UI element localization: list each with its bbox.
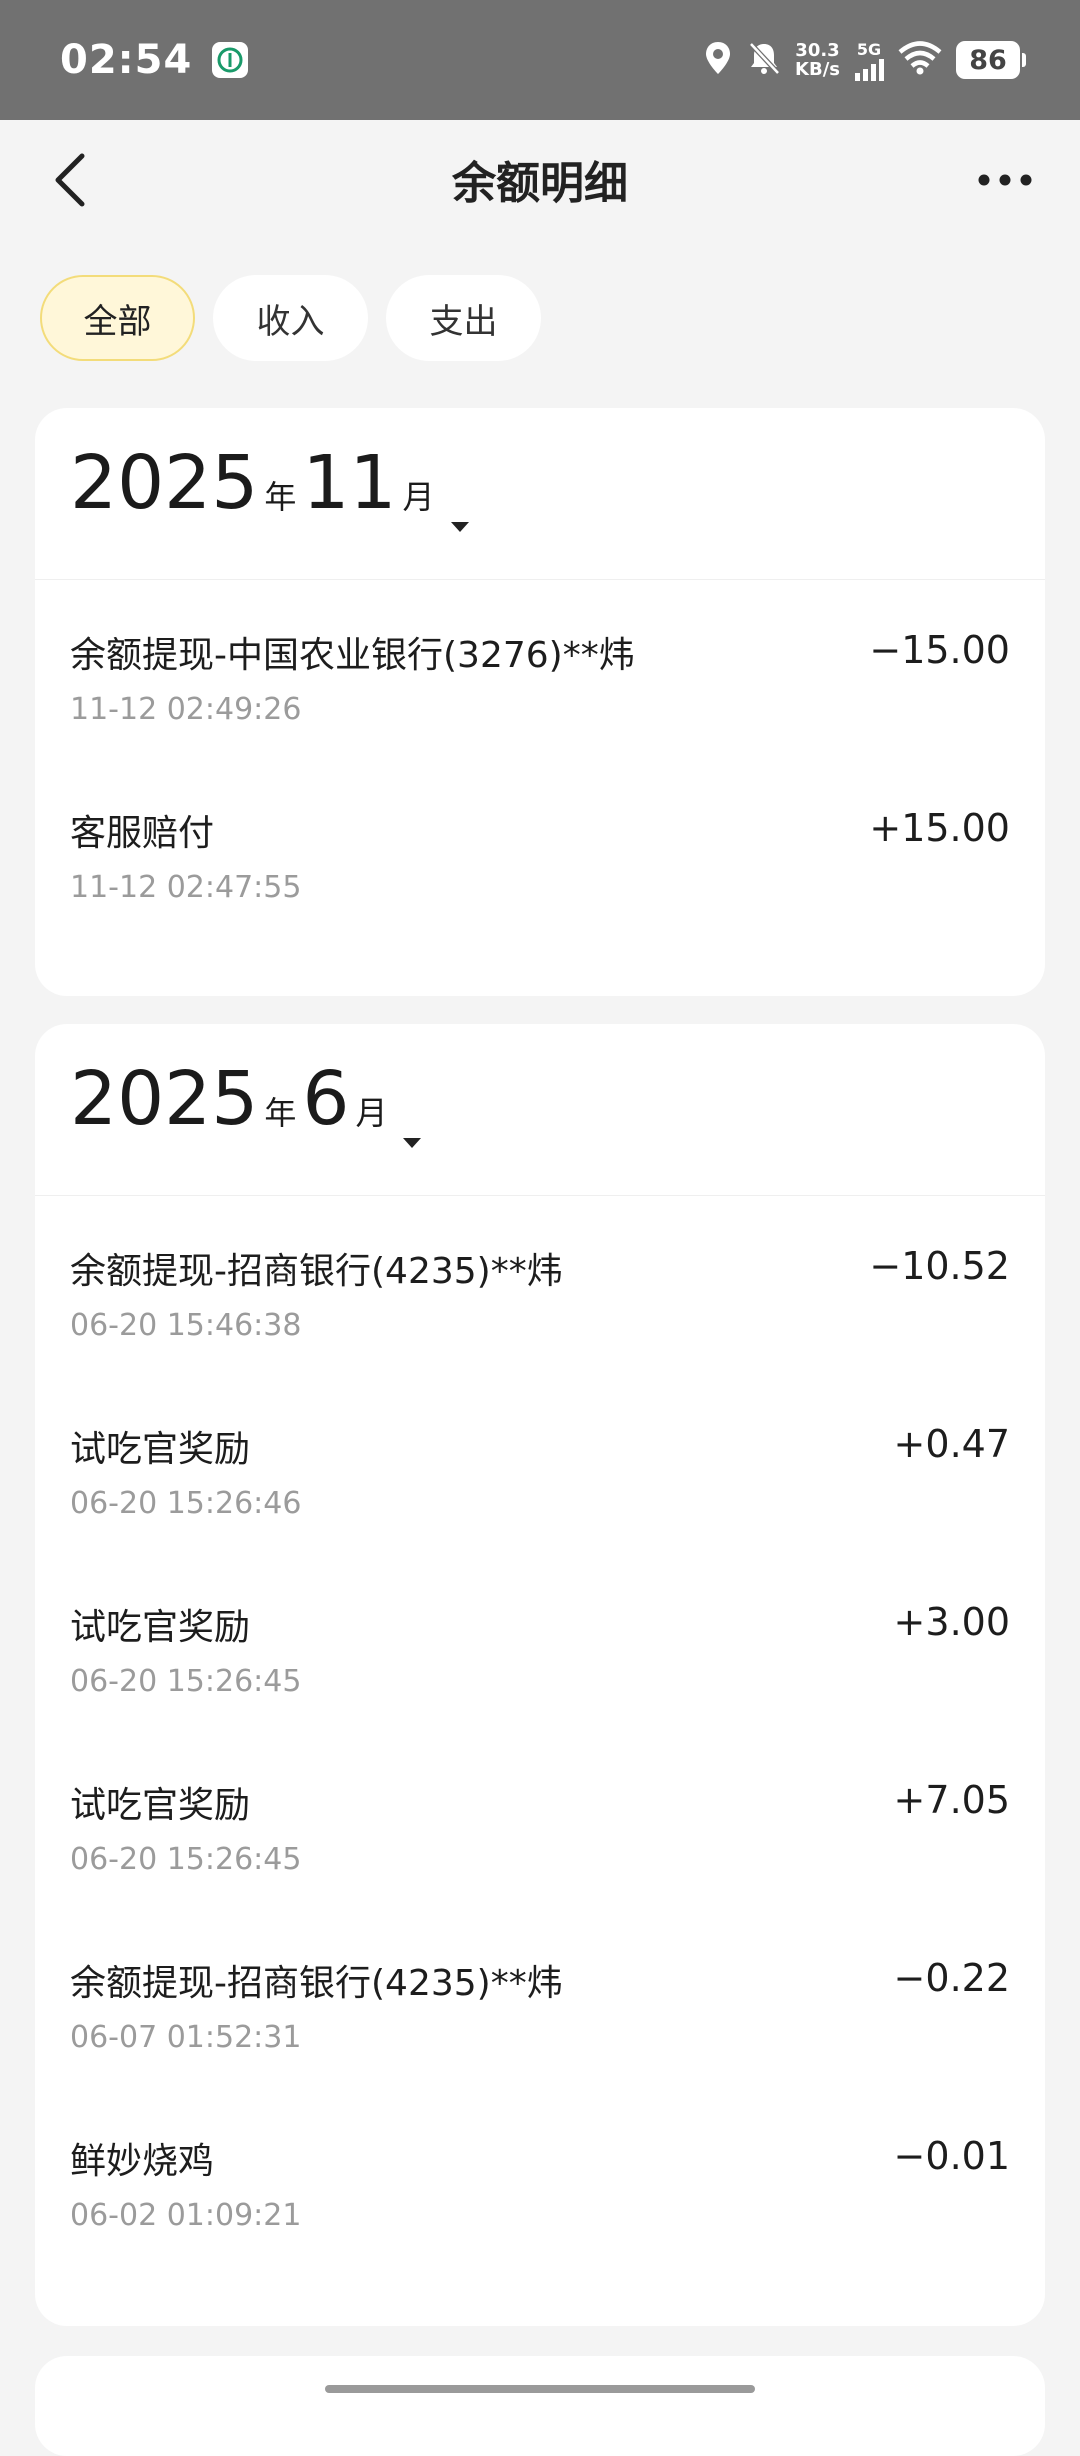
transaction-title: 鲜妙烧鸡 — [70, 2141, 215, 2182]
tab-all[interactable]: 全部 — [40, 275, 195, 361]
transaction-row[interactable]: 客服赔付 11-12 02:47:55 +15.00 — [35, 758, 1045, 936]
signal-bars-icon — [855, 58, 884, 81]
transaction-time: 06-02 01:09:21 — [70, 2198, 302, 2233]
transaction-time: 06-20 15:46:38 — [70, 1308, 302, 1343]
transaction-row[interactable]: 试吃官奖励 06-20 15:26:45 +7.05 — [35, 1730, 1045, 1908]
transaction-amount: +3.00 — [893, 1600, 1010, 1644]
month-selector[interactable]: 2025 年 11 月 — [35, 408, 1045, 580]
wifi-icon — [898, 41, 942, 79]
transaction-time: 06-20 15:26:46 — [70, 1486, 302, 1521]
transaction-amount: −15.00 — [869, 628, 1010, 672]
transaction-amount: +15.00 — [869, 806, 1010, 850]
transaction-row[interactable]: 余额提现-中国农业银行(3276)**炜 11-12 02:49:26 −15.… — [35, 580, 1045, 758]
page-title: 余额明细 — [452, 158, 628, 209]
year-unit: 年 — [264, 1094, 297, 1132]
transaction-title: 试吃官奖励 — [70, 1607, 251, 1648]
mute-bell-icon — [747, 40, 781, 80]
year-unit: 年 — [264, 478, 297, 516]
transaction-row[interactable]: 余额提现-招商银行(4235)**炜 06-20 15:46:38 −10.52 — [35, 1196, 1045, 1374]
transaction-title: 试吃官奖励 — [70, 1429, 251, 1470]
month-number: 6 — [302, 1056, 350, 1142]
month-unit: 月 — [355, 1094, 388, 1132]
transaction-amount: −0.22 — [893, 1956, 1010, 2000]
battery-indicator: 86 — [956, 41, 1026, 79]
transaction-row[interactable]: 试吃官奖励 06-20 15:26:45 +3.00 — [35, 1552, 1045, 1730]
tab-expense[interactable]: 支出 — [386, 275, 541, 361]
transaction-title: 余额提现-招商银行(4235)**炜 — [70, 1963, 563, 2004]
caret-down-icon — [403, 1137, 422, 1148]
nav-bar: 余额明细 — [0, 120, 1080, 238]
month-year: 2025 — [70, 1056, 259, 1142]
location-icon — [703, 40, 733, 80]
month-number: 11 — [302, 440, 397, 526]
transaction-title: 试吃官奖励 — [70, 1785, 251, 1826]
month-selector[interactable]: 2025 年 6 月 — [35, 1024, 1045, 1196]
caret-down-icon — [450, 521, 469, 532]
status-bar: 02:54 30.3 KB/s 5G 86 — [0, 0, 1080, 120]
month-group-card-partial — [35, 2356, 1045, 2456]
transaction-row[interactable]: 余额提现-招商银行(4235)**炜 06-07 01:52:31 −0.22 — [35, 1908, 1045, 2086]
transaction-row[interactable]: 试吃官奖励 06-20 15:26:46 +0.47 — [35, 1374, 1045, 1552]
network-speed: 30.3 KB/s — [795, 40, 840, 80]
transaction-time: 11-12 02:47:55 — [70, 870, 302, 905]
more-dots-icon — [978, 174, 1032, 186]
transaction-amount: +0.47 — [893, 1422, 1010, 1466]
month-group-card: 2025 年 11 月 余额提现-中国农业银行(3276)**炜 11-12 0… — [35, 408, 1045, 996]
transaction-time: 06-20 15:26:45 — [70, 1842, 302, 1877]
transaction-amount: −0.01 — [893, 2134, 1010, 2178]
transaction-title: 余额提现-招商银行(4235)**炜 — [70, 1251, 563, 1292]
transaction-title: 客服赔付 — [70, 813, 215, 854]
month-year: 2025 — [70, 440, 259, 526]
cellular-signal: 5G — [854, 40, 884, 81]
month-unit: 月 — [402, 478, 435, 516]
month-group-card: 2025 年 6 月 余额提现-招商银行(4235)**炜 06-20 15:4… — [35, 1024, 1045, 2326]
tab-income[interactable]: 收入 — [213, 275, 368, 361]
filter-tabs: 全部 收入 支出 — [40, 275, 541, 361]
home-indicator[interactable] — [325, 2385, 755, 2393]
transaction-time: 11-12 02:49:26 — [70, 692, 302, 727]
chevron-left-icon — [55, 153, 85, 207]
transaction-row[interactable]: 鲜妙烧鸡 06-02 01:09:21 −0.01 — [35, 2086, 1045, 2264]
transaction-amount: −10.52 — [869, 1244, 1010, 1288]
more-button[interactable] — [970, 150, 1040, 210]
transaction-amount: +7.05 — [893, 1778, 1010, 1822]
transaction-title: 余额提现-中国农业银行(3276)**炜 — [70, 635, 635, 676]
transaction-time: 06-07 01:52:31 — [70, 2020, 302, 2055]
bank-app-icon — [212, 42, 249, 78]
back-button[interactable] — [40, 150, 100, 210]
status-time: 02:54 — [60, 37, 193, 83]
transaction-time: 06-20 15:26:45 — [70, 1664, 302, 1699]
